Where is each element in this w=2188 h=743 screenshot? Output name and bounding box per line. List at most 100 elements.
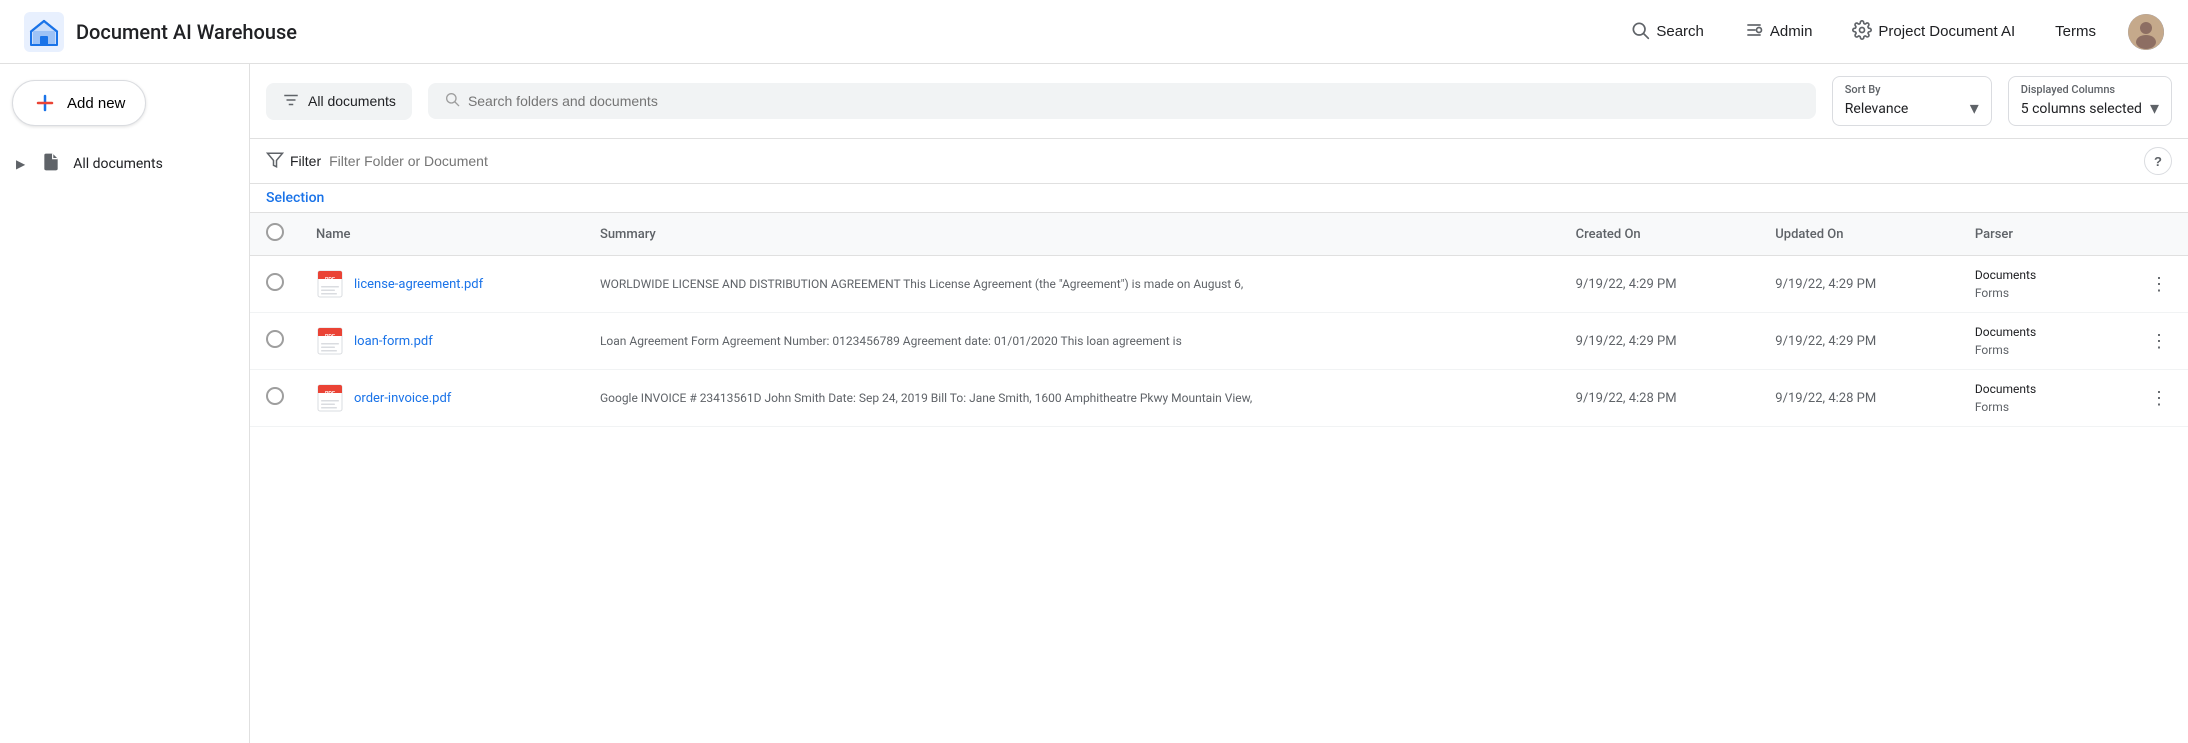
columns-value-row: 5 columns selected ▾ [2021, 98, 2159, 119]
project-nav-button[interactable]: Project Document AI [1844, 16, 2023, 48]
filter-icon [266, 151, 284, 172]
table-header-row: Name Summary Created On Updated On Parse… [250, 213, 2188, 256]
columns-label: Displayed Columns [2021, 83, 2159, 96]
doc-summary: WORLDWIDE LICENSE AND DISTRIBUTION AGREE… [600, 277, 1243, 291]
row-summary-cell: Loan Agreement Form Agreement Number: 01… [584, 313, 1560, 370]
row-checkbox-cell [250, 313, 300, 370]
row-actions-cell: ⋮ [2130, 370, 2188, 427]
filter-input[interactable] [329, 153, 2136, 169]
row-parser-cell: Documents Forms [1959, 313, 2130, 370]
help-button[interactable]: ? [2144, 147, 2172, 175]
all-documents-filter-button[interactable]: All documents [266, 83, 412, 120]
row-name-cell: PDF license-agreement.pdf [300, 256, 584, 313]
col-header-name: Name [300, 213, 584, 256]
search-input[interactable] [468, 93, 1800, 109]
search-nav-icon [1630, 20, 1650, 44]
row-actions-cell: ⋮ [2130, 313, 2188, 370]
svg-text:PDF: PDF [325, 334, 335, 340]
all-documents-label: All documents [308, 93, 396, 109]
content-area: All documents Sort By Relevance ▾ Displ [250, 64, 2188, 743]
col-header-summary: Summary [584, 213, 1560, 256]
row-more-button[interactable]: ⋮ [2146, 384, 2172, 413]
displayed-columns-dropdown[interactable]: Displayed Columns 5 columns selected ▾ [2008, 76, 2172, 126]
row-summary-cell: Google INVOICE # 23413561D John Smith Da… [584, 370, 1560, 427]
sort-dropdown-arrow-icon: ▾ [1970, 98, 1979, 119]
documents-table: Name Summary Created On Updated On Parse… [250, 213, 2188, 427]
doc-filename[interactable]: order-invoice.pdf [354, 391, 451, 406]
row-checkbox-icon[interactable] [266, 387, 284, 405]
avatar[interactable] [2128, 14, 2164, 50]
row-created-cell: 9/19/22, 4:29 PM [1560, 256, 1760, 313]
nav-actions: Search Admin Project Document AI Terms [1622, 14, 2164, 50]
doc-name-wrapper: PDF order-invoice.pdf [316, 384, 568, 412]
sort-by-value-row: Relevance ▾ [1845, 98, 1979, 119]
doc-parser: Documents Forms [1975, 266, 2114, 302]
row-created-cell: 9/19/22, 4:28 PM [1560, 370, 1760, 427]
doc-filename[interactable]: license-agreement.pdf [354, 277, 483, 292]
filter-list-icon [282, 91, 300, 112]
row-updated-cell: 9/19/22, 4:29 PM [1759, 313, 1959, 370]
row-more-button[interactable]: ⋮ [2146, 270, 2172, 299]
parser-line2: Forms [1975, 341, 2114, 359]
parser-line1: Documents [1975, 380, 2114, 398]
doc-name-wrapper: PDF loan-form.pdf [316, 327, 568, 355]
selection-bar: Selection [250, 184, 2188, 213]
filter-bar: Filter ? [250, 139, 2188, 184]
header-circle-icon[interactable] [266, 223, 284, 241]
row-checkbox-icon[interactable] [266, 273, 284, 291]
search-box[interactable] [428, 83, 1816, 119]
doc-parser: Documents Forms [1975, 323, 2114, 359]
terms-nav-button[interactable]: Terms [2047, 19, 2104, 44]
sidebar-item-all-documents[interactable]: ▶ All documents [0, 142, 237, 186]
doc-icon [41, 152, 61, 176]
row-created-cell: 9/19/22, 4:29 PM [1560, 313, 1760, 370]
pdf-icon: PDF [316, 384, 344, 412]
admin-nav-icon [1744, 20, 1764, 44]
expand-arrow-icon: ▶ [16, 157, 25, 171]
doc-summary: Google INVOICE # 23413561D John Smith Da… [600, 391, 1252, 405]
project-nav-label: Project Document AI [1878, 23, 2015, 40]
columns-value: 5 columns selected [2021, 101, 2142, 117]
row-more-button[interactable]: ⋮ [2146, 327, 2172, 356]
app-logo-icon [24, 12, 64, 52]
row-updated-cell: 9/19/22, 4:29 PM [1759, 256, 1959, 313]
add-new-button[interactable]: Add new [12, 80, 146, 126]
row-parser-cell: Documents Forms [1959, 370, 2130, 427]
doc-updated-on: 9/19/22, 4:29 PM [1775, 334, 1876, 349]
table-row: PDF loan-form.pdf Loan Agreement Form Ag… [250, 313, 2188, 370]
parser-line1: Documents [1975, 266, 2114, 284]
svg-text:PDF: PDF [325, 277, 335, 283]
row-summary-cell: WORLDWIDE LICENSE AND DISTRIBUTION AGREE… [584, 256, 1560, 313]
add-new-label: Add new [67, 95, 125, 112]
doc-summary: Loan Agreement Form Agreement Number: 01… [600, 334, 1182, 348]
filter-button[interactable]: Filter [266, 151, 321, 172]
parser-line1: Documents [1975, 323, 2114, 341]
doc-name-wrapper: PDF license-agreement.pdf [316, 270, 568, 298]
search-nav-label: Search [1656, 23, 1704, 40]
table-row: PDF license-agreement.pdf WORLDWIDE LICE… [250, 256, 2188, 313]
admin-nav-button[interactable]: Admin [1736, 16, 1821, 48]
col-header-checkbox [250, 213, 300, 256]
col-header-actions [2130, 213, 2188, 256]
row-parser-cell: Documents Forms [1959, 256, 2130, 313]
doc-filename[interactable]: loan-form.pdf [354, 334, 433, 349]
table-container: Name Summary Created On Updated On Parse… [250, 213, 2188, 743]
terms-nav-label: Terms [2055, 23, 2096, 40]
parser-line2: Forms [1975, 398, 2114, 416]
admin-nav-label: Admin [1770, 23, 1813, 40]
sort-by-dropdown[interactable]: Sort By Relevance ▾ [1832, 76, 1992, 126]
svg-text:PDF: PDF [325, 391, 335, 397]
top-nav: Document AI Warehouse Search Admin [0, 0, 2188, 64]
col-header-updated: Updated On [1759, 213, 1959, 256]
row-name-cell: PDF order-invoice.pdf [300, 370, 584, 427]
row-checkbox-icon[interactable] [266, 330, 284, 348]
plus-icon [33, 91, 57, 115]
search-nav-button[interactable]: Search [1622, 16, 1712, 48]
logo-area: Document AI Warehouse [24, 12, 1622, 52]
row-name-cell: PDF loan-form.pdf [300, 313, 584, 370]
selection-label[interactable]: Selection [266, 190, 324, 206]
doc-updated-on: 9/19/22, 4:28 PM [1775, 391, 1876, 406]
main-layout: Add new ▶ All documents All do [0, 64, 2188, 743]
doc-parser: Documents Forms [1975, 380, 2114, 416]
columns-dropdown-arrow-icon: ▾ [2150, 98, 2159, 119]
